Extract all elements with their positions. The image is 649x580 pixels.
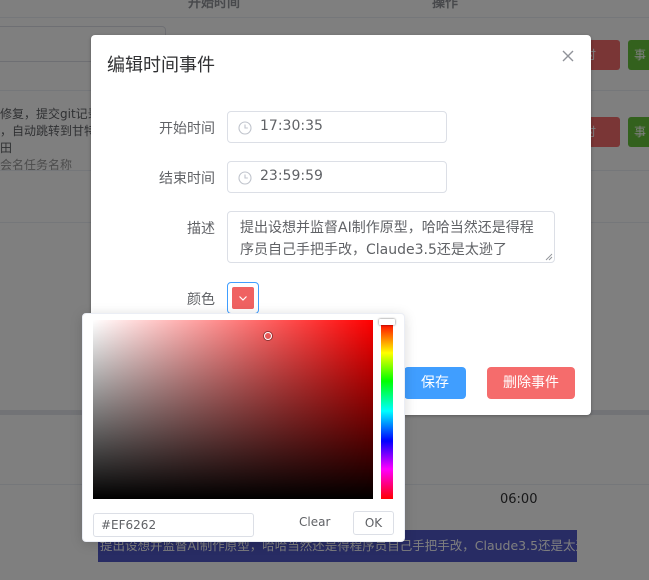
color-picker-trigger[interactable]	[227, 282, 259, 314]
resize-handle-icon[interactable]	[545, 253, 553, 261]
clock-icon	[238, 171, 252, 185]
color-cursor[interactable]	[264, 332, 272, 340]
color-label: 颜色	[187, 292, 215, 308]
saturation-value-panel[interactable]	[93, 320, 373, 499]
dialog-title: 编辑时间事件	[107, 55, 215, 76]
start-time-label: 开始时间	[159, 121, 215, 137]
end-time-value: 23:59:59	[260, 168, 323, 184]
description-text: 提出设想并监督AI制作原型，哈哈当然还是得程序员自己手把手改，Claude3.5…	[240, 220, 534, 258]
delete-event-button[interactable]: 删除事件	[487, 367, 575, 399]
chevron-down-icon	[239, 296, 247, 301]
hex-color-input[interactable]: #EF6262	[93, 513, 254, 537]
color-picker-dropdown: #EF6262 Clear OK	[82, 313, 405, 542]
hue-slider[interactable]	[381, 323, 393, 499]
end-time-input[interactable]: 23:59:59	[227, 161, 447, 193]
hue-slider-thumb[interactable]	[379, 319, 395, 325]
start-time-value: 17:30:35	[260, 118, 323, 134]
clear-button[interactable]: Clear	[299, 515, 330, 529]
end-time-label: 结束时间	[159, 171, 215, 187]
save-button[interactable]: 保存	[404, 367, 466, 399]
ok-button[interactable]: OK	[353, 511, 394, 535]
close-icon[interactable]	[560, 48, 576, 64]
description-textarea[interactable]: 提出设想并监督AI制作原型，哈哈当然还是得程序员自己手把手改，Claude3.5…	[227, 211, 555, 263]
start-time-input[interactable]: 17:30:35	[227, 111, 447, 143]
clock-icon	[238, 121, 252, 135]
description-label: 描述	[187, 221, 215, 237]
